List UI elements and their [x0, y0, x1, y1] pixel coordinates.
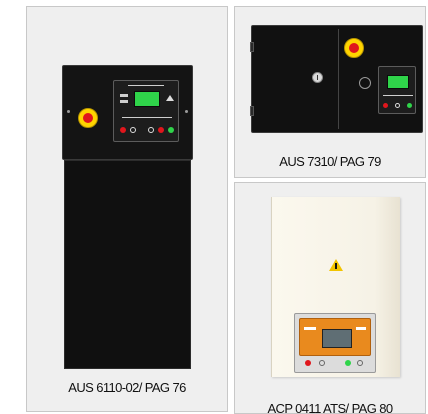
product-card-acp-0411[interactable]: ACP 0411 ATS/ PAG 80: [234, 182, 426, 414]
close-breaker-icon: [168, 127, 174, 133]
manual-button-icon: [130, 127, 136, 133]
stop-button-icon: [305, 360, 311, 366]
controller-key: [304, 327, 316, 330]
controller-key: [356, 327, 366, 330]
panel-screw: [67, 110, 70, 113]
lcd-display: [387, 75, 409, 89]
auto-button-icon: [148, 127, 154, 133]
ats-control-face: [299, 318, 371, 356]
close-breaker-icon: [407, 103, 412, 108]
emergency-stop-icon: [78, 108, 98, 128]
generator-controller: [113, 80, 179, 142]
emergency-stop-icon: [344, 38, 364, 58]
enclosure-top-panel: [62, 65, 193, 160]
controller-key: [120, 100, 128, 103]
panel-screw: [185, 110, 188, 113]
enclosure-lower-cabinet: [64, 160, 191, 369]
close-breaker-icon: [345, 360, 351, 366]
generator-controller: [378, 66, 416, 114]
controller-mimic-line: [122, 117, 172, 118]
selector-knob-icon: [359, 77, 371, 89]
manual-button-icon: [319, 360, 325, 366]
door-divider: [338, 29, 339, 129]
open-breaker-icon: [158, 127, 164, 133]
product-image-acp-0411[interactable]: [271, 197, 400, 377]
controller-key: [120, 94, 128, 97]
product-caption[interactable]: AUS 7310/ PAG 79: [235, 154, 425, 169]
ats-controller: [294, 313, 376, 373]
warning-bolt-mark: [335, 263, 337, 269]
stop-button-icon: [383, 103, 388, 108]
controller-mimic-line: [383, 95, 413, 96]
product-caption[interactable]: AUS 6110-02/ PAG 76: [27, 380, 227, 395]
door-hinge: [250, 106, 254, 116]
door-hinge: [250, 42, 254, 52]
product-image-aus-7310[interactable]: [250, 25, 423, 133]
product-card-aus-6110[interactable]: AUS 6110-02/ PAG 76: [26, 6, 228, 412]
warning-triangle-icon: [166, 95, 174, 101]
auto-button-icon: [357, 360, 363, 366]
product-card-aus-7310[interactable]: AUS 7310/ PAG 79: [234, 6, 426, 178]
product-caption[interactable]: ACP 0411 ATS/ PAG 80: [235, 401, 425, 413]
auto-button-icon: [395, 103, 400, 108]
lcd-display: [322, 329, 352, 348]
controller-brand-strip: [128, 85, 164, 86]
stop-button-icon: [120, 127, 126, 133]
door-lock-icon: [312, 72, 323, 83]
lcd-display: [134, 91, 160, 107]
